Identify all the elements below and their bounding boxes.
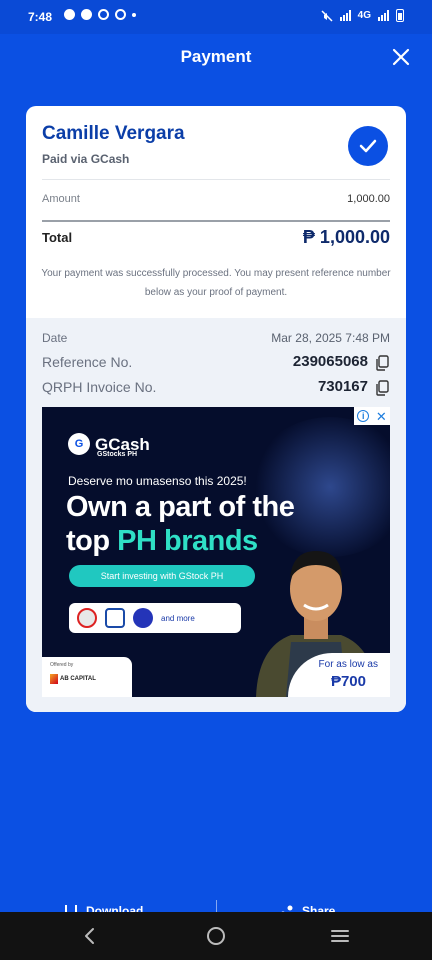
gstocks-label: GStocks PH [97, 451, 138, 458]
invoice-label: QRPH Invoice No. [42, 379, 157, 395]
and-more-label: and more [161, 613, 195, 623]
reference-label: Reference No. [42, 354, 133, 370]
ad-banner[interactable]: i ✕ G GCash GStocks PH Deserve mo umasen… [42, 407, 390, 697]
ad-cta-button[interactable]: Start investing with GStock PH [69, 565, 255, 587]
gcash-brand: GCash [95, 434, 150, 454]
partner-name: AB CAPITAL [60, 676, 96, 682]
ad-headline-line2: top PH brands [66, 525, 258, 558]
brand-logos: and more [69, 603, 241, 633]
divider [42, 179, 390, 180]
status-time: 7:48 [28, 10, 53, 24]
ad-headline-line1: Own a part of the [66, 491, 295, 523]
divider-total [42, 220, 390, 222]
price-value: ₱700 [330, 673, 366, 690]
close-icon[interactable] [390, 46, 412, 68]
amount-label: Amount [42, 193, 80, 205]
ad-controls: i ✕ [354, 407, 390, 425]
status-bar: 7:48 4G [0, 0, 432, 34]
notification-icons [64, 9, 136, 20]
jollibee-logo-icon [77, 608, 97, 628]
receipt-card: Camille Vergara Paid via GCash Amount 1,… [26, 106, 406, 712]
signal-icon [339, 10, 351, 21]
sm-logo-icon [133, 608, 153, 628]
sync-icon [98, 9, 109, 20]
date-label: Date [42, 331, 68, 345]
network-type: 4G [357, 10, 371, 21]
amount-value: 1,000.00 [347, 193, 390, 205]
ab-capital-logo-icon [50, 674, 58, 684]
ad-headline-prefix: top [66, 525, 118, 557]
transaction-details: Date Mar 28, 2025 7:48 PM Reference No. … [26, 318, 406, 712]
meralco-logo-icon [105, 608, 125, 628]
recycle-icon [115, 9, 126, 20]
gcash-logo-icon: G [68, 433, 90, 455]
signal-icon-2 [378, 10, 389, 21]
copy-reference-icon[interactable] [375, 355, 389, 371]
chat-icon [81, 9, 92, 20]
back-icon[interactable] [78, 924, 102, 948]
offered-by-label: Offered by [50, 662, 74, 668]
invoice-number: 730167 [317, 378, 368, 395]
copy-invoice-icon[interactable] [375, 380, 389, 396]
messenger-icon [64, 9, 75, 20]
total-label: Total [42, 230, 73, 245]
total-value: ₱ 1,000.00 [302, 227, 390, 247]
date-value: Mar 28, 2025 7:48 PM [271, 331, 390, 345]
page-title: Payment [180, 47, 252, 66]
ad-tagline: Deserve mo umasenso this 2025! [68, 474, 247, 488]
success-message: Your payment was successfully processed.… [41, 268, 391, 298]
page-header: Payment [0, 34, 432, 80]
mute-icon [321, 9, 333, 22]
reference-number: 239065068 [292, 353, 368, 370]
payee-name: Camille Vergara [42, 123, 185, 144]
system-icons: 4G [321, 9, 404, 22]
recent-apps-icon[interactable] [328, 924, 352, 948]
battery-icon [396, 9, 404, 22]
more-notifications-dot [132, 12, 136, 17]
price-prefix: For as low as [318, 659, 378, 670]
ad-close-icon[interactable]: ✕ [376, 410, 387, 423]
success-check-icon [348, 126, 388, 166]
ad-info-icon[interactable]: i [357, 410, 370, 422]
system-nav-bar [0, 912, 432, 960]
home-icon[interactable] [204, 924, 228, 948]
payment-method: Paid via GCash [42, 152, 130, 166]
offered-by-box: Offered by AB CAPITAL [42, 657, 132, 697]
ad-headline-accent: PH brands [117, 525, 258, 557]
